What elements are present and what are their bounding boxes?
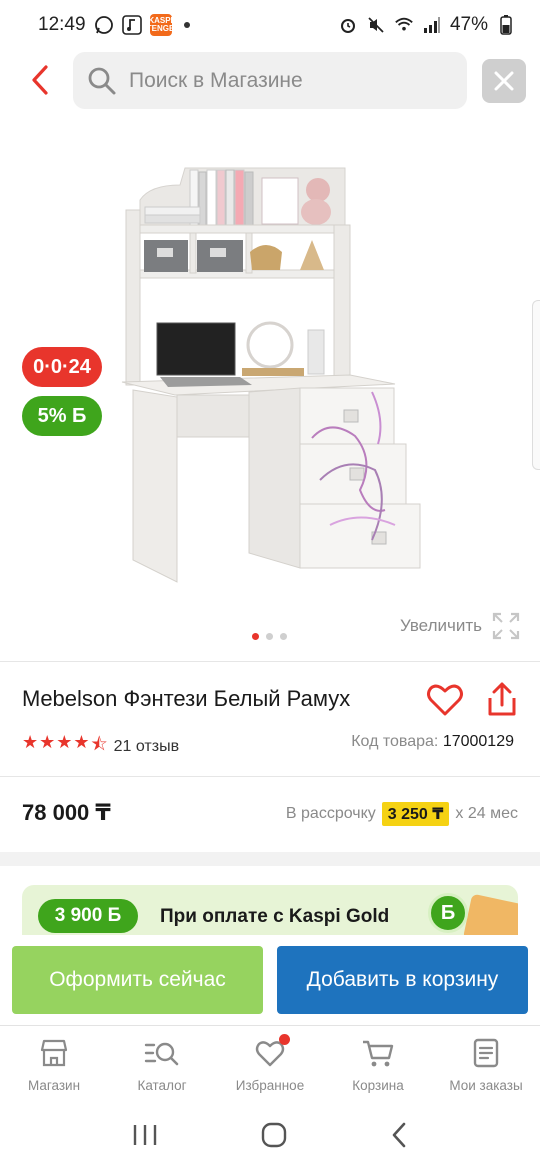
pagination-dot[interactable] bbox=[266, 633, 273, 640]
back-arrow-icon bbox=[393, 1122, 406, 1148]
installment-amount: 3 250 ₸ bbox=[381, 802, 450, 826]
product-title: Mebelson Фэнтези Белый Рамух bbox=[22, 686, 351, 711]
divider bbox=[0, 776, 540, 777]
installment-label: В рассрочку bbox=[285, 805, 376, 822]
search-header: Поиск в Магазине bbox=[0, 52, 540, 110]
installment-info[interactable]: В рассрочку 3 250 ₸ x 24 мес bbox=[286, 802, 518, 826]
alarm-icon bbox=[338, 15, 358, 35]
product-price: 78 000 ₸ bbox=[22, 800, 111, 825]
nav-item-catalog[interactable]: Каталог bbox=[108, 1026, 216, 1105]
pagination-dot[interactable] bbox=[252, 633, 259, 640]
order-now-button[interactable]: Оформить сейчас bbox=[12, 946, 263, 1014]
installment-term: x 24 мес bbox=[455, 805, 518, 822]
bonus-badge: 5% Б bbox=[22, 396, 102, 436]
nav-item-favorites[interactable]: Избранное bbox=[216, 1026, 324, 1105]
share-button[interactable] bbox=[484, 680, 520, 720]
zoom-label: Увеличить bbox=[400, 616, 482, 635]
nav-label-orders: Мои заказы bbox=[449, 1078, 523, 1093]
heart-icon bbox=[427, 684, 463, 716]
system-back-button[interactable] bbox=[389, 1121, 409, 1154]
action-bar: Оформить сейчас Добавить в корзину bbox=[0, 935, 540, 1025]
status-bar: 12:49 KASPI TENGE 47% bbox=[0, 0, 540, 50]
chevron-left-icon bbox=[32, 65, 48, 95]
nav-label-catalog: Каталог bbox=[137, 1078, 187, 1093]
next-image-peek[interactable] bbox=[532, 300, 540, 470]
wifi-icon bbox=[394, 15, 414, 35]
star-icon: ★ bbox=[56, 732, 73, 752]
close-icon bbox=[494, 71, 514, 91]
nav-item-orders[interactable]: Мои заказы bbox=[432, 1026, 540, 1105]
nav-item-cart[interactable]: Корзина bbox=[324, 1026, 432, 1105]
star-icon: ★ bbox=[73, 732, 90, 752]
product-image-gallery[interactable] bbox=[0, 130, 540, 650]
kaspi-gold-promo[interactable]: 3 900 Б При оплате с Kaspi Gold Б bbox=[22, 885, 518, 935]
nav-label-favorites: Избранное bbox=[235, 1078, 305, 1093]
sku-value: 17000129 bbox=[442, 733, 514, 750]
system-nav-bar bbox=[0, 1105, 540, 1170]
music-icon bbox=[121, 15, 142, 35]
kaspi-gold-bonus-badge: 3 900 Б bbox=[38, 899, 138, 933]
notification-dot-icon bbox=[183, 22, 190, 28]
divider bbox=[0, 661, 540, 662]
kaspi-tenge-icon: KASPI TENGE bbox=[147, 14, 174, 36]
mute-icon bbox=[366, 15, 386, 35]
favorites-badge-dot bbox=[278, 1034, 290, 1045]
search-placeholder: Поиск в Магазине bbox=[129, 68, 303, 92]
star-icon: ★ bbox=[22, 732, 39, 752]
rating-stars: ★ ★ ★ ★ ⯪ bbox=[22, 732, 108, 762]
zoom-button[interactable]: Увеличить bbox=[400, 612, 520, 640]
reviews-count[interactable]: 21 отзыв bbox=[114, 738, 179, 756]
signal-icon bbox=[422, 15, 442, 35]
home-button[interactable] bbox=[260, 1121, 288, 1154]
pagination-dot[interactable] bbox=[280, 633, 287, 640]
gallery-pagination bbox=[252, 633, 287, 640]
battery-percent: 47% bbox=[449, 14, 488, 35]
battery-icon bbox=[496, 15, 516, 35]
section-separator bbox=[0, 852, 540, 866]
search-icon bbox=[88, 67, 116, 94]
expand-icon bbox=[492, 612, 520, 640]
sku-row: Код товара: 17000129 bbox=[351, 733, 514, 751]
half-star-icon: ⯪ bbox=[90, 734, 108, 754]
nav-label-shop: Магазин bbox=[27, 1078, 81, 1093]
bottom-nav: Магазин Каталог Избранное Корзина Мои за… bbox=[0, 1025, 540, 1105]
orders-list-icon bbox=[473, 1038, 499, 1068]
nav-label-cart: Корзина bbox=[352, 1078, 404, 1093]
back-button[interactable] bbox=[22, 62, 58, 98]
add-to-cart-button[interactable]: Добавить в корзину bbox=[277, 946, 528, 1014]
share-icon bbox=[488, 682, 516, 716]
installment-badge: 0·0·24 bbox=[22, 347, 102, 387]
status-time: 12:49 bbox=[38, 14, 86, 35]
bonus-coin-icon: Б bbox=[428, 893, 468, 933]
recent-apps-icon bbox=[133, 1125, 156, 1145]
kaspi-gold-text: При оплате с Kaspi Gold bbox=[160, 906, 390, 927]
rating-row[interactable]: ★ ★ ★ ★ ⯪ 21 отзыв bbox=[22, 732, 179, 762]
cart-icon bbox=[363, 1040, 394, 1067]
product-photo-desk bbox=[121, 167, 421, 583]
sku-label: Код товара: bbox=[351, 733, 439, 750]
favorite-button[interactable] bbox=[425, 680, 465, 720]
search-input[interactable]: Поиск в Магазине bbox=[73, 52, 467, 109]
nav-item-shop[interactable]: Магазин bbox=[0, 1026, 108, 1105]
home-circle-icon bbox=[261, 1122, 287, 1148]
card-icon bbox=[462, 893, 518, 935]
store-icon bbox=[40, 1039, 68, 1067]
catalog-search-icon bbox=[144, 1042, 179, 1066]
star-icon: ★ bbox=[39, 732, 56, 752]
whatsapp-icon bbox=[94, 15, 114, 35]
close-search-button[interactable] bbox=[482, 59, 526, 103]
recent-apps-button[interactable] bbox=[131, 1123, 159, 1152]
